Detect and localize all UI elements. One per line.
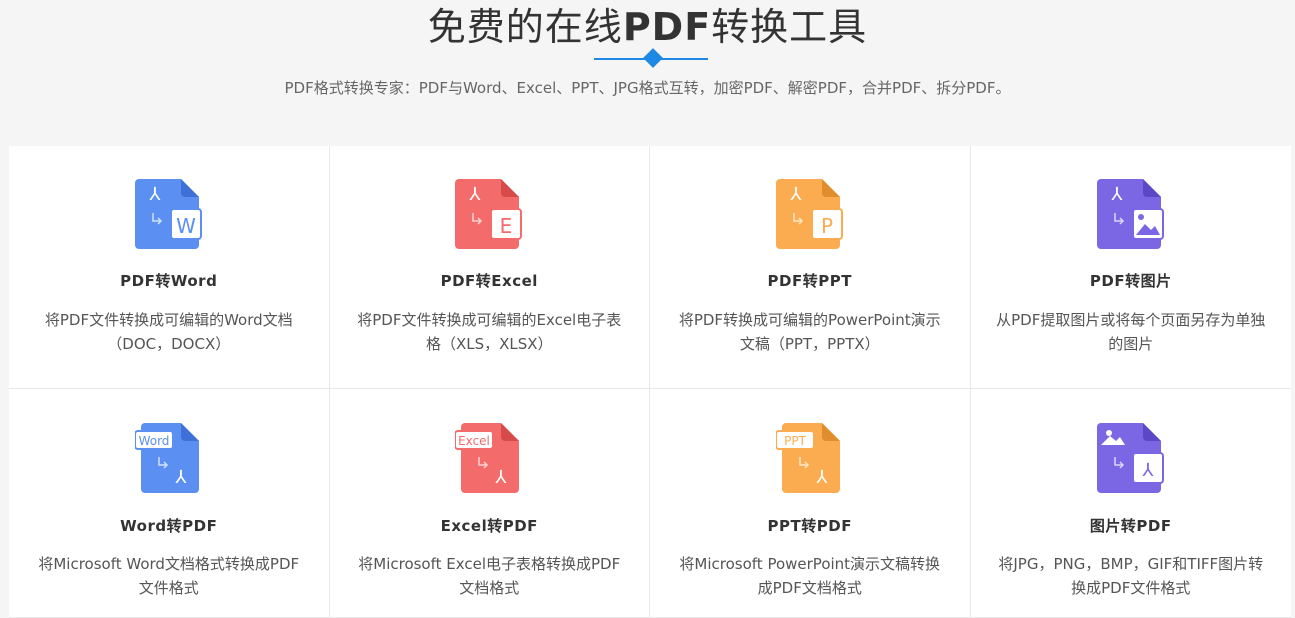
tool-name: 图片转PDF (1089, 517, 1172, 535)
diamond-icon (643, 48, 663, 68)
ppt-to-pdf-icon: PPT ⅄ (775, 423, 840, 493)
tool-name: PPT转PDF (767, 517, 852, 535)
tool-name: PDF转图片 (1089, 272, 1172, 290)
svg-text:⅄: ⅄ (790, 184, 802, 205)
svg-text:⅄: ⅄ (496, 467, 508, 488)
pdf-to-excel-icon: ⅄ E (455, 179, 523, 249)
tool-desc: 将PDF文件转换成可编辑的Word文档（DOC，DOCX） (44, 311, 293, 353)
tool-desc: 将Microsoft Word文档格式转换成PDF文件格式 (38, 555, 300, 597)
pdf-to-image-icon: ⅄ (1096, 179, 1164, 249)
tool-name: PDF转Excel (440, 272, 538, 290)
tool-card-word-to-pdf[interactable]: Word ⅄ Word转PDF 将Microsoft Word文档格式转换成PD… (9, 389, 330, 618)
tool-name: PDF转PPT (767, 272, 852, 290)
tool-desc: 从PDF提取图片或将每个页面另存为单独的图片 (996, 311, 1266, 353)
tool-card-pdf-to-word[interactable]: ⅄ W PDF转Word 将PDF文件转换成可编辑的Word文档（DOC，DOC… (9, 146, 330, 389)
page-header: 免费的在线PDF转换工具 PDF格式转换专家：PDF与Word、Excel、PP… (0, 0, 1295, 146)
svg-text:⅄: ⅄ (816, 467, 828, 488)
tool-card-excel-to-pdf[interactable]: Excel ⅄ Excel转PDF 将Microsoft Excel电子表格转换… (329, 389, 650, 618)
svg-text:P: P (821, 214, 833, 238)
pdf-to-word-icon: ⅄ W (134, 179, 202, 249)
tool-card-pdf-to-image[interactable]: ⅄ PDF转图片 从PDF提取图片或将每个页面另存为单独的图片 (970, 146, 1291, 389)
tool-grid: ⅄ W PDF转Word 将PDF文件转换成可编辑的Word文档（DOC，DOC… (9, 146, 1291, 618)
tool-name: Word转PDF (120, 517, 218, 535)
tool-desc: 将PDF文件转换成可编辑的Excel电子表格（XLS，XLSX） (357, 311, 622, 353)
svg-text:⅄: ⅄ (149, 184, 161, 205)
svg-text:⅄: ⅄ (1111, 184, 1123, 205)
tool-card-ppt-to-pdf[interactable]: PPT ⅄ PPT转PDF 将Microsoft PowerPoint演示文稿转… (650, 389, 971, 618)
word-to-pdf-icon: Word ⅄ (134, 423, 199, 493)
svg-text:E: E (500, 214, 513, 238)
tool-name: Excel转PDF (440, 517, 538, 535)
tool-desc: 将PDF转换成可编辑的PowerPoint演示文稿（PPT，PPTX） (678, 311, 941, 353)
tool-desc: 将JPG，PNG，BMP，GIF和TIFF图片转换成PDF文件格式 (998, 555, 1264, 597)
image-to-pdf-icon: ⅄ (1096, 423, 1164, 493)
excel-to-pdf-icon: Excel ⅄ (455, 423, 520, 493)
svg-text:Word: Word (138, 434, 169, 448)
svg-text:Excel: Excel (458, 434, 490, 448)
tool-card-pdf-to-excel[interactable]: ⅄ E PDF转Excel 将PDF文件转换成可编辑的Excel电子表格（XLS… (329, 146, 650, 389)
svg-text:⅄: ⅄ (470, 184, 482, 205)
tool-card-pdf-to-ppt[interactable]: ⅄ P PDF转PPT 将PDF转换成可编辑的PowerPoint演示文稿（PP… (650, 146, 971, 389)
pdf-to-ppt-icon: ⅄ P (775, 179, 843, 249)
tool-desc: 将Microsoft PowerPoint演示文稿转换成PDF文档格式 (679, 555, 941, 597)
svg-text:W: W (176, 214, 196, 238)
page-subtitle: PDF格式转换专家：PDF与Word、Excel、PPT、JPG格式互转，加密P… (284, 79, 1011, 97)
tool-name: PDF转Word (120, 272, 218, 290)
svg-text:⅄: ⅄ (175, 467, 187, 488)
page-title: 免费的在线PDF转换工具 (427, 5, 868, 49)
svg-text:PPT: PPT (784, 434, 806, 448)
svg-text:⅄: ⅄ (1142, 460, 1154, 481)
tool-desc: 将Microsoft Excel电子表格转换成PDF文档格式 (358, 555, 621, 597)
tool-card-image-to-pdf[interactable]: ⅄ 图片转PDF 将JPG，PNG，BMP，GIF和TIFF图片转换成PDF文件… (970, 389, 1291, 618)
